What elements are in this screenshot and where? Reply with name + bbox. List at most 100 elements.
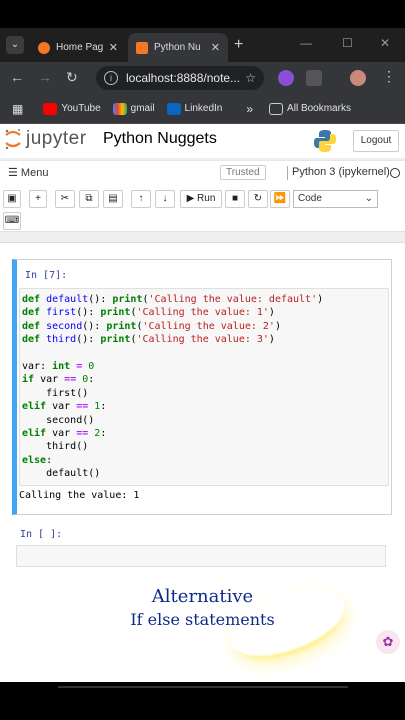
cell-output: Calling the value: 1 (19, 490, 140, 501)
move-up-icon[interactable]: ↑ (131, 190, 151, 208)
bookmark-linkedin[interactable]: LinkedIn (166, 102, 223, 115)
interrupt-icon[interactable]: ■ (225, 190, 245, 208)
menu-bar: ☰ Menu Trusted Python 3 (ipykernel) (0, 160, 405, 184)
linkedin-icon (166, 102, 181, 115)
keyboard-icon[interactable]: ⌨ (3, 212, 21, 230)
kernel-name[interactable]: Python 3 (ipykernel) (292, 166, 390, 178)
status-bar-area (0, 0, 405, 28)
menu-button[interactable]: ☰ Menu (8, 166, 48, 179)
profile-avatar[interactable] (350, 70, 366, 86)
close-tab-icon[interactable]: ✕ (109, 41, 118, 54)
save-icon[interactable]: ▣ (3, 190, 21, 208)
code-line: second() (46, 414, 95, 426)
jupyter-favicon-icon (38, 41, 50, 54)
tab-strip: ⌄ Home Pag ✕ Python Nu ✕ + — ☐ ✕ (0, 28, 405, 62)
restart-icon[interactable]: ↻ (248, 190, 268, 208)
jupyter-header: jupyter Python Nuggets Logout (0, 124, 405, 158)
play-icon: ▶ (186, 193, 198, 204)
brain-icon[interactable]: ✿ (376, 630, 400, 654)
site-info-icon[interactable]: i (104, 71, 118, 85)
address-row: ← → ↻ i localhost:8888/note... ☆ ⋮ (0, 62, 405, 94)
jupyter-logo[interactable]: jupyter (4, 128, 87, 150)
cut-icon[interactable]: ✂ (55, 190, 75, 208)
paste-icon[interactable]: ▤ (103, 190, 123, 208)
code-line: elif var == 2: (22, 428, 107, 440)
bookmark-label: YouTube (61, 103, 101, 114)
code-lines: def default(): print('Calling the value:… (22, 293, 386, 481)
code-line: default() (46, 468, 101, 480)
code-line: if var == 0: (22, 374, 95, 386)
home-indicator (58, 686, 348, 688)
cell-prompt: In [ ]: (20, 529, 63, 540)
hamburger-icon: ☰ (8, 167, 21, 179)
kernel-status-icon (390, 168, 400, 178)
more-bookmarks-icon[interactable]: » (246, 102, 253, 116)
divider (287, 166, 288, 180)
cell-prompt: In [7]: (25, 270, 68, 281)
python-logo-icon (314, 130, 336, 152)
code-line: else: (22, 454, 53, 466)
code-line: def default(): print('Calling the value:… (22, 294, 324, 305)
forward-icon[interactable]: → (38, 69, 52, 85)
code-line: elif var == 1: (22, 401, 107, 413)
close-tab-icon[interactable]: ✕ (211, 41, 220, 54)
menu-label: Menu (20, 167, 49, 179)
jupyter-orbit-icon (5, 129, 21, 150)
minimize-icon[interactable]: — (300, 36, 312, 50)
bookmark-star-icon[interactable]: ☆ (245, 71, 256, 85)
gmail-icon (112, 102, 127, 115)
navigation-bar-area (0, 682, 405, 720)
empty-code-cell[interactable]: In [ ]: (12, 523, 392, 573)
code-line: first() (46, 387, 89, 399)
close-window-icon[interactable]: ✕ (380, 36, 390, 50)
url-text: localhost:8888/note... (126, 71, 241, 85)
youtube-icon (43, 102, 58, 115)
insert-cell-icon[interactable]: + (29, 190, 47, 208)
chevron-down-icon: ⌄ (364, 193, 373, 204)
cell-type-select[interactable]: Code ⌄ (293, 190, 378, 208)
back-icon[interactable]: ← (10, 69, 24, 85)
bookmark-label: LinkedIn (184, 103, 223, 114)
code-cell[interactable]: In [7]: def default(): print('Calling th… (12, 259, 392, 515)
code-editor[interactable] (16, 545, 386, 567)
logout-button[interactable]: Logout (353, 130, 399, 152)
notebook-favicon-icon (136, 41, 148, 54)
new-tab-icon[interactable]: + (234, 36, 243, 54)
restart-run-all-icon[interactable]: ⏩ (270, 190, 290, 208)
address-bar[interactable]: i localhost:8888/note... ☆ (96, 66, 264, 90)
code-editor[interactable]: def default(): print('Calling the value:… (19, 288, 389, 486)
tab-home[interactable]: Home Pag ✕ (30, 33, 126, 62)
all-bookmarks[interactable]: All Bookmarks (269, 102, 351, 115)
code-line: def second(): print('Calling the value: … (22, 320, 281, 332)
run-label: Run (197, 193, 216, 204)
tab-title: Python Nu (154, 42, 201, 53)
extensions-puzzle-icon[interactable] (306, 70, 322, 86)
code-line: var: int = 0 (22, 361, 95, 373)
bookmark-youtube[interactable]: YouTube (43, 102, 101, 115)
bookmark-gmail[interactable]: gmail (112, 102, 155, 115)
move-down-icon[interactable]: ↓ (155, 190, 175, 208)
reload-icon[interactable]: ↻ (66, 69, 78, 86)
notebook-title[interactable]: Python Nuggets (103, 130, 217, 148)
copy-icon[interactable]: ⧉ (79, 190, 99, 208)
apps-grid-icon[interactable]: ▦ (12, 102, 23, 116)
notebook-toolbar: ▣ + ✂ ⧉ ▤ ↑ ↓ ▶ Run ■ ↻ ⏩ Code ⌄ ⌨ (0, 184, 405, 232)
tab-python-nuggets[interactable]: Python Nu ✕ (128, 33, 228, 62)
browser-chrome: ⌄ Home Pag ✕ Python Nu ✕ + — ☐ ✕ ← → ↻ i… (0, 28, 405, 124)
code-line: third() (46, 441, 89, 453)
tab-title: Home Pag (56, 42, 104, 53)
bookmark-label: gmail (130, 103, 155, 114)
trusted-badge[interactable]: Trusted (220, 165, 266, 180)
code-line: def third(): print('Calling the value: 3… (22, 334, 275, 346)
tab-search-icon[interactable]: ⌄ (6, 36, 24, 54)
code-line: def first(): print('Calling the value: 1… (22, 307, 275, 319)
more-menu-icon[interactable]: ⋮ (382, 68, 396, 85)
jupyter-app: jupyter Python Nuggets Logout ☰ Menu Tru… (0, 124, 405, 682)
extension-icon[interactable] (278, 70, 294, 86)
run-button[interactable]: ▶ Run (180, 190, 222, 208)
maximize-icon[interactable]: ☐ (342, 36, 353, 50)
jupyter-wordmark: jupyter (26, 128, 87, 149)
bookmark-label: All Bookmarks (287, 103, 351, 114)
cell-type-value: Code (298, 193, 322, 204)
